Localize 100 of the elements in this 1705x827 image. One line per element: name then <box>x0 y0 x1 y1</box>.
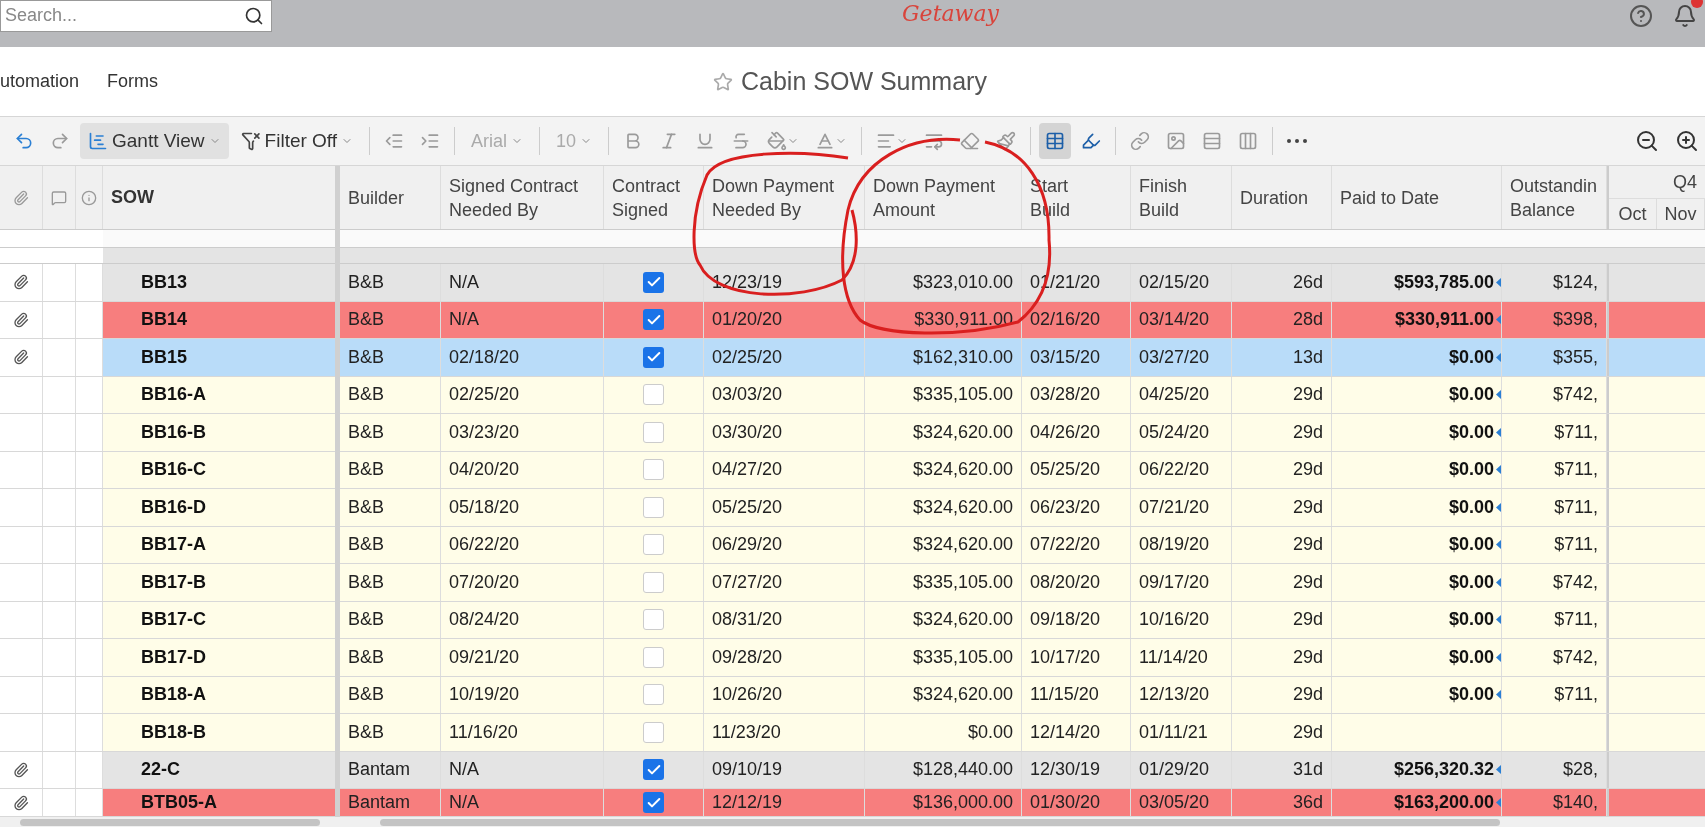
table-row[interactable]: BB17-B B&B 07/20/20 07/27/20 $335,105.00 08/20/20 09/17/20 29d $0.00 $742, <box>103 564 1705 601</box>
column-header[interactable]: SOW <box>111 184 154 211</box>
table-row[interactable]: BB16-A B&B 02/25/20 03/03/20 $335,105.00 03/28/20 04/25/20 29d $0.00 $742, <box>103 376 1705 413</box>
checkbox[interactable] <box>643 646 664 668</box>
table-cell-text: 03/30/20 <box>712 420 783 444</box>
table-cell-text: $742, <box>1552 570 1598 594</box>
table-cell-text: 07/22/20 <box>1030 533 1101 557</box>
column-header[interactable]: Finish Build <box>1139 173 1194 222</box>
checkbox[interactable] <box>643 534 664 556</box>
table-cell-text: 07/21/20 <box>1139 495 1210 519</box>
sheet-title: Cabin SOW Summary <box>741 65 987 97</box>
view-dropdown[interactable]: Gantt View <box>80 123 229 159</box>
table-row[interactable]: BB15 B&B 02/18/20 02/25/20 $162,310.00 03/15/20 03/27/20 13d $0.00 $355, <box>103 339 1705 376</box>
attachment-icon[interactable] <box>13 349 29 366</box>
table-cell-text: 01/29/20 <box>1139 758 1210 782</box>
search-field[interactable]: Search... <box>0 0 272 32</box>
attachment-icon[interactable] <box>13 311 29 328</box>
table-row[interactable]: BB18-B B&B 11/16/20 11/23/20 $0.00 12/14/20 01/11/21 29d <box>103 714 1705 751</box>
filter-dropdown[interactable]: Filter Off <box>232 123 362 159</box>
checkbox[interactable] <box>643 721 664 743</box>
attachment-icon[interactable] <box>13 794 29 811</box>
zoom-out-icon <box>1635 129 1659 153</box>
nav-tab[interactable]: Forms <box>107 68 159 95</box>
table-cell-text: 03/27/20 <box>1139 345 1210 369</box>
table-cell-text: 10/26/20 <box>712 683 783 707</box>
table-cell-text: 07/20/20 <box>449 570 520 594</box>
nav-tab[interactable]: utomation <box>0 68 80 95</box>
table-cell-text: 29d <box>1292 420 1323 444</box>
table-cell-text: $330,911.00 <box>914 308 1013 332</box>
table-cell-text: BB16-C <box>141 458 206 482</box>
notification-icon[interactable] <box>1673 3 1697 28</box>
table-cell-text: 29d <box>1292 570 1323 594</box>
more-icon <box>1287 139 1308 143</box>
table-row[interactable]: BB16-C B&B 04/20/20 04/27/20 $324,620.00 05/25/20 06/22/20 29d $0.00 $711, <box>103 451 1705 488</box>
table-row[interactable]: BB17-C B&B 08/24/20 08/31/20 $324,620.00 09/18/20 10/16/20 29d $0.00 $711, <box>103 601 1705 638</box>
help-icon[interactable] <box>1629 3 1653 28</box>
column-header[interactable]: Paid to Date <box>1340 185 1440 210</box>
indicator-icon <box>1496 277 1501 287</box>
table-cell-text: 02/15/20 <box>1139 270 1210 294</box>
checkbox[interactable] <box>643 609 664 631</box>
checkbox[interactable] <box>643 496 664 518</box>
table-cell-text: $324,620.00 <box>912 608 1013 632</box>
highlighter-icon <box>1081 131 1102 151</box>
checkbox[interactable] <box>643 759 664 781</box>
table-cell-text: 10/16/20 <box>1139 608 1210 632</box>
table-cell-text: 29d <box>1292 645 1323 669</box>
checkbox[interactable] <box>643 346 664 368</box>
table-row[interactable]: BTB05-A Bantam N/A 12/12/19 $136,000.00 01/30/20 03/05/20 36d $163,200.00 $140, <box>103 789 1705 816</box>
table-cell-text: 06/23/20 <box>1030 495 1101 519</box>
table-cell-text: B&B <box>348 570 385 594</box>
column-header[interactable]: Signed Contract Needed By <box>449 173 589 222</box>
table-cell-text: $163,200.00 <box>1393 791 1494 814</box>
outdent-icon <box>384 131 405 151</box>
attachment-icon[interactable] <box>13 761 29 778</box>
column-header[interactable]: Outstandin Balance <box>1510 173 1598 222</box>
table-cell-text: $0.00 <box>1448 420 1494 444</box>
checkbox[interactable] <box>643 384 664 406</box>
indicator-icon <box>1496 315 1501 325</box>
table-row[interactable]: BB16-D B&B 05/18/20 05/25/20 $324,620.00 06/23/20 07/21/20 29d $0.00 $711, <box>103 489 1705 526</box>
table-row[interactable]: BB18-A B&B 10/19/20 10/26/20 $324,620.00 11/15/20 12/13/20 29d $0.00 $711, <box>103 676 1705 713</box>
table-cell-text: BB15 <box>141 345 188 369</box>
column-header[interactable]: Contract Signed <box>612 173 691 222</box>
table-cell-text: B&B <box>348 458 385 482</box>
column-header[interactable]: Down Payment Amount <box>873 173 1003 222</box>
table-cell-text: BB18-A <box>141 683 206 707</box>
checkbox[interactable] <box>643 459 664 481</box>
checkbox[interactable] <box>643 421 664 443</box>
table-cell-text: 04/26/20 <box>1030 420 1101 444</box>
table-cell-text: N/A <box>449 791 479 814</box>
indicator-icon <box>1496 540 1501 550</box>
column-header[interactable]: Down Payment Needed By <box>712 173 842 222</box>
table-cell-text: $711, <box>1554 533 1598 557</box>
table-row[interactable]: 22-C Bantam N/A 09/10/19 $128,440.00 12/30/19 01/29/20 31d $256,320.32 $28, <box>103 751 1705 788</box>
checkbox[interactable] <box>643 571 664 593</box>
paint-bucket-icon <box>767 131 788 151</box>
table-cell-text: $124, <box>1552 270 1598 294</box>
checkbox[interactable] <box>643 792 664 813</box>
column-header[interactable]: Builder <box>348 185 405 210</box>
checkbox[interactable] <box>643 309 664 331</box>
table-cell-text: 29d <box>1292 608 1323 632</box>
paintbrush-icon <box>996 131 1017 151</box>
table-cell-text: Bantam <box>348 791 411 814</box>
favorite-star-icon[interactable] <box>713 71 733 92</box>
gantt-month: Oct <box>1618 202 1647 226</box>
table-cell-text: $324,620.00 <box>912 420 1013 444</box>
table-row[interactable]: BB14 B&B N/A 01/20/20 $330,911.00 02/16/20 03/14/20 28d $330,911.00 $398, <box>103 301 1705 338</box>
table-cell-text: 03/14/20 <box>1139 308 1210 332</box>
checkbox[interactable] <box>643 271 664 293</box>
column-header[interactable]: Duration <box>1240 185 1309 210</box>
checkbox[interactable] <box>643 684 664 706</box>
table-cell-text: BB17-B <box>141 570 206 594</box>
table-cell-text: $140, <box>1552 791 1598 814</box>
grid-view-button[interactable] <box>1039 123 1072 159</box>
table-cell-text: BB16-B <box>141 420 206 444</box>
attachment-icon[interactable] <box>13 274 29 291</box>
table-row[interactable]: BB17-A B&B 06/22/20 06/29/20 $324,620.00 07/22/20 08/19/20 29d $0.00 $711, <box>103 526 1705 563</box>
table-row[interactable]: BB17-D B&B 09/21/20 09/28/20 $335,105.00 10/17/20 11/14/20 29d $0.00 $742, <box>103 639 1705 676</box>
table-row[interactable]: BB16-B B&B 03/23/20 03/30/20 $324,620.00 04/26/20 05/24/20 29d $0.00 $711, <box>103 414 1705 451</box>
horizontal-scrollbar[interactable] <box>0 817 1705 827</box>
image-icon <box>1166 131 1187 151</box>
